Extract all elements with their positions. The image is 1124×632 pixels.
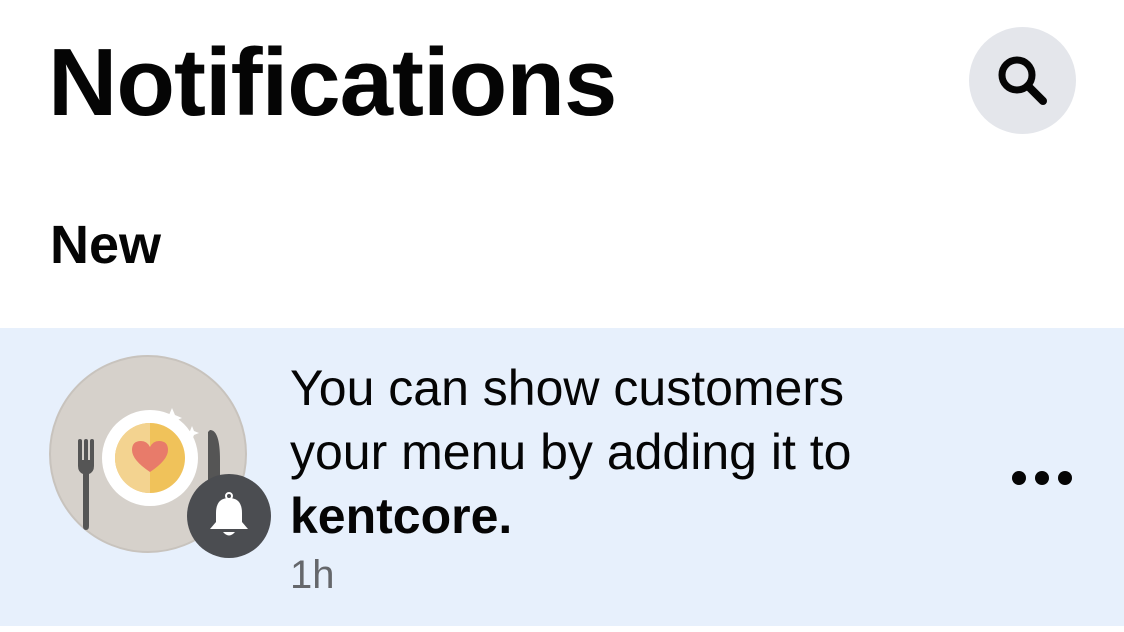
section-label-new: New (50, 215, 162, 275)
notification-timestamp: 1h (290, 553, 335, 597)
more-options-button[interactable] (1000, 458, 1084, 498)
divider (0, 626, 1124, 632)
notification-item[interactable]: You can show customers your menu by addi… (0, 328, 1124, 626)
notification-message-line2: your menu by adding it to (290, 424, 852, 480)
notification-page-name: kentcore. (290, 488, 513, 544)
bell-badge (187, 474, 271, 558)
bell-icon (210, 492, 248, 536)
notification-message: You can show customers your menu by addi… (290, 356, 950, 548)
page-title: Notifications (48, 29, 617, 136)
notification-message-line1: You can show customers (290, 360, 845, 416)
search-button[interactable] (969, 27, 1076, 134)
header: Notifications (0, 0, 1124, 180)
search-icon (998, 56, 1047, 105)
more-dots-icon (1012, 471, 1072, 485)
